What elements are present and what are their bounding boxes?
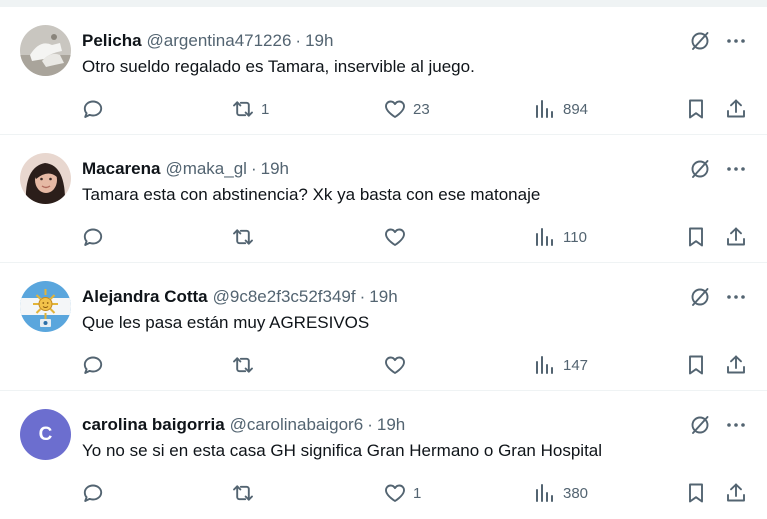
more-icon[interactable] xyxy=(724,413,748,437)
author-handle[interactable]: @9c8e2f3c52f349f xyxy=(213,287,356,306)
more-icon[interactable] xyxy=(724,157,748,181)
author-name[interactable]: carolina baigorria xyxy=(82,415,225,434)
avatar[interactable] xyxy=(20,281,71,332)
views-button[interactable]: 147 xyxy=(533,353,588,377)
mute-icon[interactable] xyxy=(688,285,712,309)
like-icon xyxy=(383,97,407,121)
views-button[interactable]: 894 xyxy=(533,97,588,121)
retweet-icon xyxy=(231,481,255,505)
retweet-icon xyxy=(231,97,255,121)
views-count: 147 xyxy=(563,356,589,374)
like-button[interactable] xyxy=(383,353,413,377)
views-button[interactable]: 110 xyxy=(533,225,587,249)
like-icon xyxy=(383,353,407,377)
more-icon[interactable] xyxy=(724,29,748,53)
bookmark-icon xyxy=(684,97,708,121)
separator-dot: · xyxy=(295,31,302,50)
like-button[interactable]: 1 xyxy=(383,481,421,505)
avatar[interactable]: C xyxy=(20,409,71,460)
reply-post[interactable]: Macarena @maka_gl · 19h Tamara esta con abs… xyxy=(0,135,767,263)
like-icon xyxy=(383,225,407,249)
separator-dot: · xyxy=(359,287,366,306)
share-button[interactable] xyxy=(724,353,748,377)
bookmark-button[interactable] xyxy=(684,481,708,505)
share-icon xyxy=(724,225,748,249)
views-count: 380 xyxy=(563,484,589,502)
views-icon xyxy=(533,353,557,377)
separator-dot: · xyxy=(367,415,373,434)
post-time[interactable]: 19h xyxy=(377,415,405,434)
retweet-button[interactable] xyxy=(231,353,261,377)
views-count: 894 xyxy=(563,100,589,118)
mute-icon[interactable] xyxy=(688,413,712,437)
like-button[interactable] xyxy=(383,225,413,249)
bookmark-icon xyxy=(684,481,708,505)
author-name[interactable]: Alejandra Cotta xyxy=(82,287,208,306)
mute-icon[interactable] xyxy=(688,157,712,181)
top-divider xyxy=(0,0,767,7)
more-icon[interactable] xyxy=(724,285,748,309)
share-button[interactable] xyxy=(724,225,748,249)
author-handle[interactable]: @maka_gl xyxy=(165,159,247,178)
post-header: Macarena @maka_gl · 19h xyxy=(82,157,289,181)
retweet-icon xyxy=(231,225,255,249)
like-count: 23 xyxy=(413,100,430,118)
views-icon xyxy=(533,481,557,505)
reply-icon xyxy=(81,97,105,121)
post-text: Otro sueldo regalado es Tamara, inservib… xyxy=(82,57,475,76)
separator-dot: · xyxy=(250,159,257,178)
mute-icon[interactable] xyxy=(688,29,712,53)
post-header: Pelicha @argentina471226 · 19h xyxy=(82,29,333,53)
post-header: Alejandra Cotta @9c8e2f3c52f349f · 19h xyxy=(82,285,398,309)
post-text: Tamara esta con abstinencia? Xk ya basta… xyxy=(82,185,541,204)
bookmark-icon xyxy=(684,353,708,377)
reply-icon xyxy=(81,353,105,377)
post-text: Yo no se si en esta casa GH significa Gr… xyxy=(82,441,603,460)
author-handle[interactable]: @argentina471226 xyxy=(147,31,292,50)
bookmark-icon xyxy=(684,225,708,249)
reply-button[interactable] xyxy=(81,481,111,505)
bookmark-button[interactable] xyxy=(684,225,708,249)
post-time[interactable]: 19h xyxy=(369,287,397,306)
avatar[interactable] xyxy=(20,153,71,204)
post-header: carolina baigorria @carolinabaigor6 · 19h xyxy=(82,413,405,437)
retweet-count: 1 xyxy=(261,100,270,118)
like-icon xyxy=(383,481,407,505)
post-time[interactable]: 19h xyxy=(261,159,289,178)
share-button[interactable] xyxy=(724,97,748,121)
post-time[interactable]: 19h xyxy=(305,31,333,50)
reply-post[interactable]: Pelicha @argentina471226 · 19h Otro sueldo … xyxy=(0,7,767,135)
views-count: 110 xyxy=(563,228,587,246)
share-icon xyxy=(724,97,748,121)
author-name[interactable]: Macarena xyxy=(82,159,160,178)
reply-button[interactable] xyxy=(81,97,111,121)
post-text: Que les pasa están muy AGRESIVOS xyxy=(82,313,370,332)
reply-icon xyxy=(81,481,105,505)
avatar[interactable] xyxy=(20,25,71,76)
bookmark-button[interactable] xyxy=(684,353,708,377)
retweet-button[interactable] xyxy=(231,225,261,249)
reply-post[interactable]: Alejandra Cotta @9c8e2f3c52f349f · 19h Que … xyxy=(0,263,767,391)
reply-button[interactable] xyxy=(81,225,111,249)
reply-feed: Pelicha @argentina471226 · 19h Otro sueldo … xyxy=(0,0,767,516)
retweet-icon xyxy=(231,353,255,377)
views-button[interactable]: 380 xyxy=(533,481,588,505)
like-button[interactable]: 23 xyxy=(383,97,430,121)
reply-icon xyxy=(81,225,105,249)
author-name[interactable]: Pelicha xyxy=(82,31,142,50)
reply-button[interactable] xyxy=(81,353,111,377)
views-icon xyxy=(533,97,557,121)
reply-post[interactable]: C carolina baigorria @carolinabaigor6 · 19h… xyxy=(0,391,767,519)
author-handle[interactable]: @carolinabaigor6 xyxy=(230,415,364,434)
retweet-button[interactable] xyxy=(231,481,261,505)
retweet-button[interactable]: 1 xyxy=(231,97,269,121)
bookmark-button[interactable] xyxy=(684,97,708,121)
share-icon xyxy=(724,481,748,505)
like-count: 1 xyxy=(413,484,422,502)
share-button[interactable] xyxy=(724,481,748,505)
views-icon xyxy=(533,225,557,249)
share-icon xyxy=(724,353,748,377)
